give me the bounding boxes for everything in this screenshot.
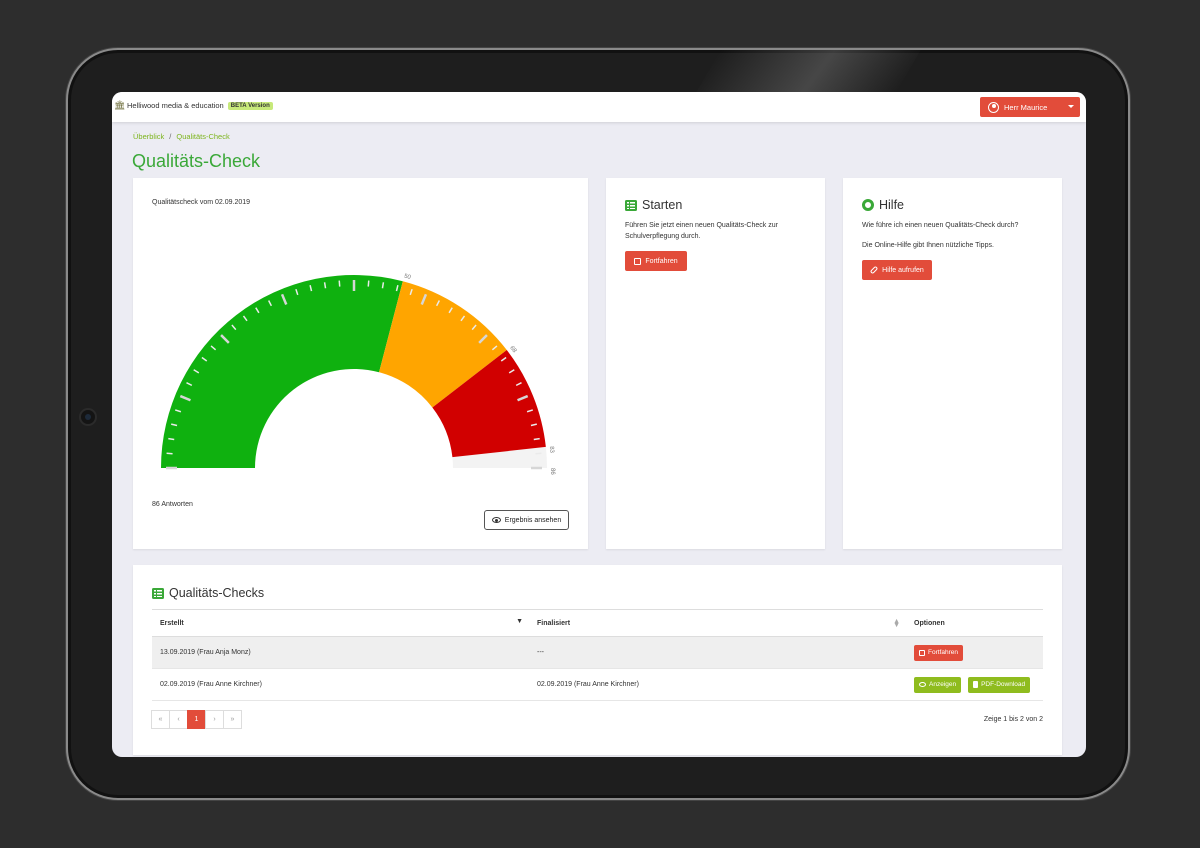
row-view-button[interactable]: Anzeigen xyxy=(914,676,962,693)
gauge-tick-label: 68 xyxy=(508,345,517,354)
topbar: 🏛 Helliwood media & education BETA Versi… xyxy=(112,92,1086,122)
gauge-tick xyxy=(533,437,540,441)
pagination: « ‹ 1 › » xyxy=(151,710,242,729)
cell-created: 02.09.2019 (Frau Anne Kirchner) xyxy=(152,668,529,701)
column-header-finalized[interactable]: Finalisiert ▲ ▼ xyxy=(529,609,906,637)
edit-icon xyxy=(634,257,642,265)
start-continue-button[interactable]: Fortfahren xyxy=(625,251,687,271)
start-title-text: Starten xyxy=(642,198,683,212)
help-title: Hilfe xyxy=(862,198,904,212)
page-1-button[interactable]: 1 xyxy=(187,710,206,729)
user-menu-button[interactable]: Herr Maurice xyxy=(980,97,1080,117)
cell-created: 13.09.2019 (Frau Anja Monz) xyxy=(152,636,529,669)
brand[interactable]: 🏛 Helliwood media & education BETA Versi… xyxy=(114,101,273,110)
help-title-text: Hilfe xyxy=(879,198,905,212)
breadcrumb-separator: / xyxy=(169,132,172,141)
edit-icon xyxy=(919,649,925,656)
table-row: 13.09.2019 (Frau Anja Monz) --- Fortfahr… xyxy=(152,636,1043,669)
page-last-button[interactable]: » xyxy=(223,710,242,729)
view-result-button[interactable]: Ergebnis ansehen xyxy=(484,510,569,530)
checks-table-card: Qualitäts-Checks Erstellt ▼ Finalisiert … xyxy=(133,565,1062,755)
help-button-label: Hilfe aufrufen xyxy=(882,266,924,274)
cell-options: Anzeigen PDF-Download xyxy=(906,668,1043,701)
help-question: Wie führe ich einen neuen Qualitäts-Chec… xyxy=(862,222,1019,229)
table-title-text: Qualitäts-Checks xyxy=(169,586,265,600)
camera-icon xyxy=(79,408,97,426)
start-title: Starten xyxy=(625,198,682,212)
column-options-label: Optionen xyxy=(914,619,945,627)
lifebuoy-icon xyxy=(862,199,874,211)
row-continue-button[interactable]: Fortfahren xyxy=(914,644,963,661)
answers-count: 86 Antworten xyxy=(152,501,193,508)
table-title: Qualitäts-Checks xyxy=(152,586,264,600)
page-next-button[interactable]: › xyxy=(205,710,224,729)
sort-icon: ▲ ▼ xyxy=(893,618,900,629)
beta-badge: BETA Version xyxy=(227,101,273,110)
page-title: Qualitäts-Check xyxy=(132,151,261,171)
row-continue-label: Fortfahren xyxy=(928,649,958,656)
gauge-tick xyxy=(168,437,175,441)
help-tip: Die Online-Hilfe gibt Ihnen nützliche Ti… xyxy=(862,242,994,249)
link-icon xyxy=(869,265,879,275)
gauge-tick xyxy=(323,282,327,289)
eye-icon xyxy=(491,517,501,523)
institution-icon: 🏛 xyxy=(114,100,126,110)
start-card: Starten Führen Sie jetzt einen neuen Qua… xyxy=(606,178,825,549)
brand-name: Helliwood media & education xyxy=(127,101,224,110)
column-header-options: Optionen xyxy=(906,609,1043,637)
user-circle-icon xyxy=(988,101,999,113)
eye-icon xyxy=(919,682,926,687)
view-result-label: Ergebnis ansehen xyxy=(504,516,562,524)
cell-finalized: 02.09.2019 (Frau Anne Kirchner) xyxy=(529,668,906,701)
page-first-button[interactable]: « xyxy=(151,710,170,729)
cell-options: Fortfahren xyxy=(906,636,1043,669)
file-icon xyxy=(973,681,979,688)
gauge-tick-label: 50 xyxy=(403,274,412,282)
sort-desc-icon: ▼ xyxy=(516,618,523,625)
list-icon xyxy=(152,587,164,599)
user-name: Herr Maurice xyxy=(1004,102,1048,112)
frame-reflection xyxy=(695,50,921,94)
gauge-card: Qualitätscheck vom 02.09.2019 50 68 83 86 8… xyxy=(133,178,588,549)
gauge-tick-label: 83 xyxy=(548,446,555,454)
start-text: Führen Sie jetzt einen neuen Qualitäts-C… xyxy=(625,222,778,240)
gauge-chart: 50 68 83 86 xyxy=(161,274,555,475)
checks-table: Erstellt ▼ Finalisiert ▲ ▼ Optionen 13.09… xyxy=(152,609,1043,701)
column-header-created[interactable]: Erstellt ▼ xyxy=(152,609,529,637)
chevron-down-icon xyxy=(1068,105,1074,108)
cell-finalized: --- xyxy=(529,636,906,669)
help-button[interactable]: Hilfe aufrufen xyxy=(862,260,932,280)
list-icon xyxy=(625,199,637,211)
row-view-label: Anzeigen xyxy=(929,681,957,688)
gauge-tick-label: 86 xyxy=(549,468,555,475)
page-prev-button[interactable]: ‹ xyxy=(169,710,188,729)
page-info: Zeige 1 bis 2 von 2 xyxy=(983,716,1043,723)
column-finalized-label: Finalisiert xyxy=(537,619,571,627)
breadcrumb-current[interactable]: Qualitäts-Check xyxy=(176,132,229,141)
row-pdf-label: PDF-Download xyxy=(981,681,1026,688)
help-card: Hilfe Wie führe ich einen neuen Qualität… xyxy=(843,178,1062,549)
start-continue-label: Fortfahren xyxy=(645,257,678,265)
column-created-label: Erstellt xyxy=(160,619,184,627)
app-screen: 🏛 Helliwood media & education BETA Versi… xyxy=(112,92,1086,757)
breadcrumb: Überblick / Qualitäts-Check xyxy=(133,132,230,141)
row-pdf-button[interactable]: PDF-Download xyxy=(968,676,1031,693)
gauge-tick xyxy=(381,282,385,289)
breadcrumb-overview[interactable]: Überblick xyxy=(133,132,164,141)
table-row: 02.09.2019 (Frau Anne Kirchner) 02.09.20… xyxy=(152,668,1043,701)
